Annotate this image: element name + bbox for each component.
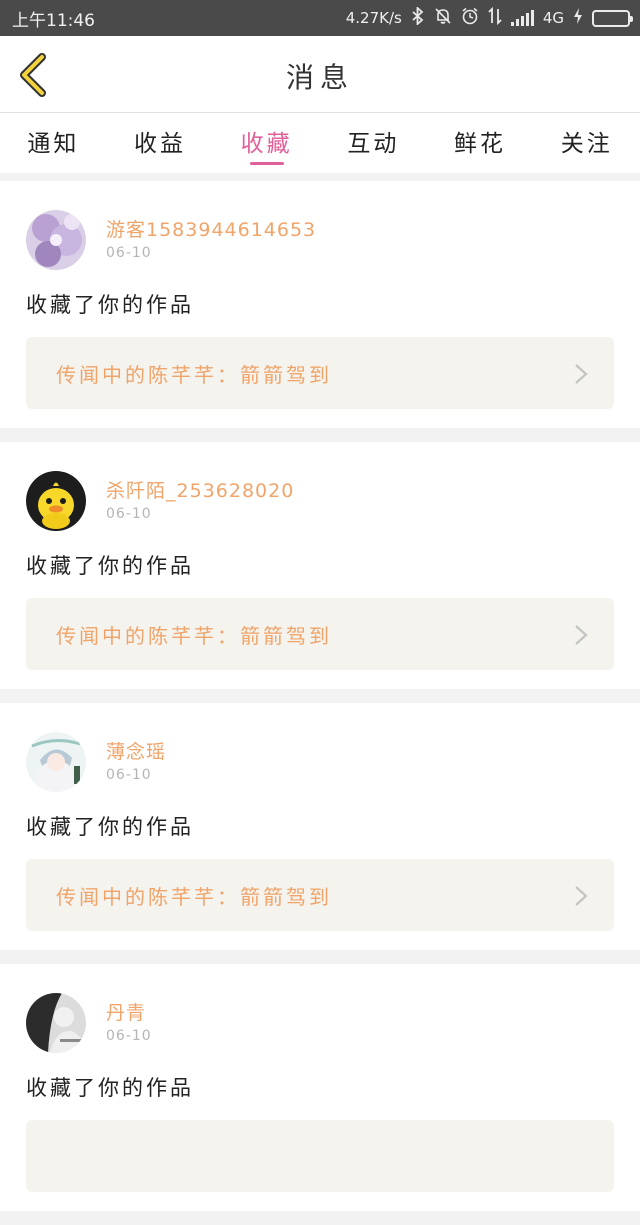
- category-tabs: 通知 收益 收藏 互动 鲜花 关注: [0, 113, 640, 173]
- tab-interactions[interactable]: 互动: [320, 113, 427, 173]
- message-date: 06-10: [106, 506, 152, 522]
- data-transfer-icon: [488, 6, 502, 29]
- grey-photo-avatar-image: [26, 993, 86, 1053]
- message-date: 06-10: [106, 1028, 152, 1044]
- list-item: 丹青 06-10 收藏了你的作品: [0, 964, 640, 1211]
- tab-follows[interactable]: 关注: [533, 113, 640, 173]
- page-title: 消息: [285, 61, 354, 94]
- work-title: 传闻中的陈芊芊：箭箭驾到: [56, 885, 332, 909]
- work-link[interactable]: [26, 1120, 614, 1192]
- yellow-duck-avatar-image: [26, 471, 86, 531]
- username[interactable]: 游客1583944614653: [106, 215, 316, 242]
- tab-flowers[interactable]: 鲜花: [427, 113, 534, 173]
- nav-bar: 消息: [0, 36, 640, 113]
- list-item: 杀阡陌_253628020 06-10 收藏了你的作品 传闻中的陈芊芊：箭箭驾到: [0, 442, 640, 689]
- action-text: 收藏了你的作品: [26, 1076, 194, 1100]
- network-type: 4G: [542, 9, 564, 27]
- chevron-right-icon: [575, 364, 588, 384]
- list-item: 游客1583944614653 06-10 收藏了你的作品 传闻中的陈芊芊：箭箭…: [0, 181, 640, 428]
- status-bar: 上午11:46 4.27K/s 4G: [0, 0, 640, 36]
- tab-earnings[interactable]: 收益: [107, 113, 214, 173]
- chevron-right-icon: [575, 886, 588, 906]
- work-link[interactable]: 传闻中的陈芊芊：箭箭驾到: [26, 859, 614, 931]
- net-speed: 4.27K/s: [345, 9, 402, 27]
- chevron-right-icon: [575, 625, 588, 645]
- message-date: 06-10: [106, 245, 152, 261]
- message-list: 游客1583944614653 06-10 收藏了你的作品 传闻中的陈芊芊：箭箭…: [0, 181, 640, 1225]
- message-date: 06-10: [106, 767, 152, 783]
- mute-bell-icon: [434, 7, 452, 29]
- work-title: 传闻中的陈芊芊：箭箭驾到: [56, 363, 332, 387]
- username[interactable]: 杀阡陌_253628020: [106, 476, 294, 503]
- status-icons: 4.27K/s 4G: [345, 5, 633, 29]
- username[interactable]: 丹青: [106, 998, 146, 1025]
- avatar[interactable]: [26, 993, 86, 1053]
- signal-icon: [510, 10, 534, 26]
- work-link[interactable]: 传闻中的陈芊芊：箭箭驾到: [26, 337, 614, 409]
- bluetooth-icon: [411, 5, 425, 29]
- action-text: 收藏了你的作品: [26, 815, 194, 839]
- work-title: 传闻中的陈芊芊：箭箭驾到: [56, 624, 332, 648]
- work-link[interactable]: 传闻中的陈芊芊：箭箭驾到: [26, 598, 614, 670]
- battery-icon: [592, 9, 633, 27]
- action-text: 收藏了你的作品: [26, 293, 194, 317]
- tab-favorites[interactable]: 收藏: [213, 113, 320, 173]
- avatar[interactable]: [26, 210, 86, 270]
- status-time: 上午11:46: [12, 10, 95, 31]
- username[interactable]: 薄念瑶: [106, 737, 166, 764]
- avatar[interactable]: [26, 732, 86, 792]
- action-text: 收藏了你的作品: [26, 554, 194, 578]
- purple-flower-avatar-image: [26, 210, 86, 270]
- charging-icon: [573, 7, 583, 29]
- alarm-icon: [461, 7, 479, 29]
- anime-girl-avatar-image: [26, 732, 86, 792]
- list-item: 薄念瑶 06-10 收藏了你的作品 传闻中的陈芊芊：箭箭驾到: [0, 703, 640, 950]
- tab-notifications[interactable]: 通知: [0, 113, 107, 173]
- avatar[interactable]: [26, 471, 86, 531]
